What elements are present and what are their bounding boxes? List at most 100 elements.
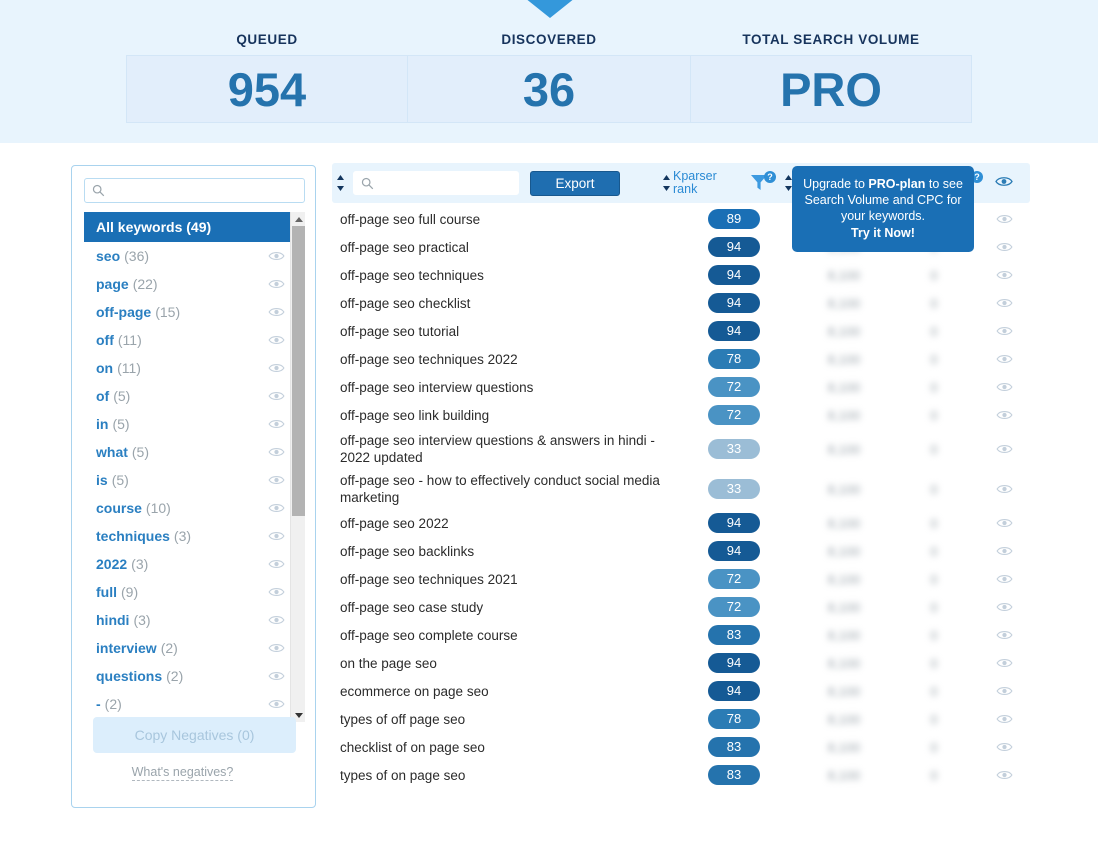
- sidebar-item-full[interactable]: full (9): [84, 578, 305, 606]
- table-row[interactable]: on the page seo 94 8,100 0: [332, 649, 1030, 677]
- visibility-icon[interactable]: [268, 614, 285, 626]
- row-visibility-cell[interactable]: [978, 685, 1030, 697]
- sidebar-item-hindi[interactable]: hindi (3): [84, 606, 305, 634]
- table-row[interactable]: off-page seo techniques 94 8,100 0: [332, 261, 1030, 289]
- visibility-icon[interactable]: [995, 629, 1013, 641]
- visibility-icon[interactable]: [268, 334, 285, 346]
- table-row[interactable]: types of on page seo 83 8,100 0: [332, 761, 1030, 789]
- sidebar-item-in[interactable]: in (5): [84, 410, 305, 438]
- help-icon[interactable]: ?: [764, 171, 776, 183]
- row-visibility-cell[interactable]: [978, 409, 1030, 421]
- row-visibility-cell[interactable]: [978, 353, 1030, 365]
- table-row[interactable]: ecommerce on page seo 94 8,100 0: [332, 677, 1030, 705]
- table-row[interactable]: off-page seo - how to effectively conduc…: [332, 469, 1030, 509]
- row-visibility-cell[interactable]: [978, 741, 1030, 753]
- visibility-icon[interactable]: [995, 601, 1013, 613]
- sort-keyword-icon[interactable]: [336, 175, 345, 191]
- row-visibility-cell[interactable]: [978, 573, 1030, 585]
- row-visibility-cell[interactable]: [978, 545, 1030, 557]
- sidebar-item-of[interactable]: of (5): [84, 382, 305, 410]
- table-row[interactable]: off-page seo link building 72 8,100 0: [332, 401, 1030, 429]
- visibility-icon[interactable]: [268, 250, 285, 262]
- sidebar-scrollbar[interactable]: [290, 212, 305, 722]
- pro-upgrade-tooltip[interactable]: Upgrade to PRO-plan to see Search Volume…: [792, 166, 974, 252]
- sidebar-item-questions[interactable]: questions (2): [84, 662, 305, 690]
- table-row[interactable]: off-page seo techniques 2021 72 8,100 0: [332, 565, 1030, 593]
- table-row[interactable]: off-page seo complete course 83 8,100 0: [332, 621, 1030, 649]
- sidebar-item-seo[interactable]: seo (36): [84, 242, 305, 270]
- row-visibility-cell[interactable]: [978, 601, 1030, 613]
- table-row[interactable]: off-page seo 2022 94 8,100 0: [332, 509, 1030, 537]
- sidebar-search-wrap[interactable]: [84, 178, 305, 203]
- copy-negatives-button[interactable]: Copy Negatives (0): [93, 717, 296, 753]
- pro-tip-cta[interactable]: Try it Now!: [800, 225, 966, 241]
- row-visibility-cell[interactable]: [978, 325, 1030, 337]
- row-visibility-cell[interactable]: [978, 381, 1030, 393]
- whats-negatives-link[interactable]: What's negatives?: [72, 765, 293, 781]
- scroll-up-button[interactable]: [291, 212, 305, 226]
- visibility-icon[interactable]: [268, 278, 285, 290]
- visibility-icon[interactable]: [268, 418, 285, 430]
- sidebar-item-what[interactable]: what (5): [84, 438, 305, 466]
- visibility-icon[interactable]: [995, 409, 1013, 421]
- row-visibility-cell[interactable]: [978, 269, 1030, 281]
- row-visibility-cell[interactable]: [978, 713, 1030, 725]
- visibility-icon[interactable]: [995, 545, 1013, 557]
- visibility-icon[interactable]: [995, 483, 1013, 495]
- visibility-icon[interactable]: [268, 390, 285, 402]
- visibility-icon[interactable]: [268, 362, 285, 374]
- row-visibility-cell[interactable]: [978, 297, 1030, 309]
- visibility-icon[interactable]: [268, 698, 285, 710]
- sidebar-search-input[interactable]: [111, 179, 301, 202]
- table-row[interactable]: checklist of on page seo 83 8,100 0: [332, 733, 1030, 761]
- scrollbar-thumb[interactable]: [292, 226, 305, 516]
- toggle-visibility-icon[interactable]: [995, 175, 1013, 188]
- sort-kparser-rank-icon[interactable]: [662, 175, 671, 191]
- sidebar-item-2022[interactable]: 2022 (3): [84, 550, 305, 578]
- visibility-icon[interactable]: [268, 502, 285, 514]
- sidebar-item-is[interactable]: is (5): [84, 466, 305, 494]
- visibility-icon[interactable]: [995, 381, 1013, 393]
- visibility-icon[interactable]: [995, 713, 1013, 725]
- visibility-icon[interactable]: [995, 297, 1013, 309]
- row-visibility-cell[interactable]: [978, 769, 1030, 781]
- visibility-icon[interactable]: [268, 670, 285, 682]
- row-visibility-cell[interactable]: [978, 483, 1030, 495]
- visibility-icon[interactable]: [995, 241, 1013, 253]
- row-visibility-cell[interactable]: [978, 241, 1030, 253]
- visibility-icon[interactable]: [995, 685, 1013, 697]
- export-button[interactable]: Export: [530, 171, 620, 196]
- results-search-wrap[interactable]: [353, 171, 519, 195]
- sidebar-item-page[interactable]: page (22): [84, 270, 305, 298]
- sidebar-item-off-page[interactable]: off-page (15): [84, 298, 305, 326]
- visibility-icon[interactable]: [995, 269, 1013, 281]
- sidebar-item-course[interactable]: course (10): [84, 494, 305, 522]
- visibility-icon[interactable]: [995, 443, 1013, 455]
- table-row[interactable]: off-page seo interview questions & answe…: [332, 429, 1030, 469]
- row-visibility-cell[interactable]: [978, 517, 1030, 529]
- visibility-icon[interactable]: [995, 769, 1013, 781]
- sidebar-item-techniques[interactable]: techniques (3): [84, 522, 305, 550]
- visibility-icon[interactable]: [268, 530, 285, 542]
- visibility-icon[interactable]: [268, 474, 285, 486]
- row-visibility-cell[interactable]: [978, 213, 1030, 225]
- column-header-kparser-rank[interactable]: Kparser rank: [673, 170, 731, 196]
- sidebar-item-on[interactable]: on (11): [84, 354, 305, 382]
- visibility-icon[interactable]: [995, 325, 1013, 337]
- row-visibility-cell[interactable]: [978, 443, 1030, 455]
- sidebar-item-interview[interactable]: interview (2): [84, 634, 305, 662]
- visibility-icon[interactable]: [995, 213, 1013, 225]
- table-row[interactable]: off-page seo tutorial 94 8,100 0: [332, 317, 1030, 345]
- table-row[interactable]: off-page seo interview questions 72 8,100 0: [332, 373, 1030, 401]
- visibility-icon[interactable]: [268, 446, 285, 458]
- visibility-icon[interactable]: [268, 558, 285, 570]
- table-row[interactable]: types of off page seo 78 8,100 0: [332, 705, 1030, 733]
- sidebar-item-all-keywords[interactable]: All keywords (49): [84, 212, 305, 242]
- visibility-icon[interactable]: [268, 306, 285, 318]
- visibility-icon[interactable]: [268, 586, 285, 598]
- visibility-icon[interactable]: [995, 517, 1013, 529]
- table-row[interactable]: off-page seo techniques 2022 78 8,100 0: [332, 345, 1030, 373]
- table-row[interactable]: off-page seo backlinks 94 8,100 0: [332, 537, 1030, 565]
- visibility-icon[interactable]: [268, 642, 285, 654]
- row-visibility-cell[interactable]: [978, 629, 1030, 641]
